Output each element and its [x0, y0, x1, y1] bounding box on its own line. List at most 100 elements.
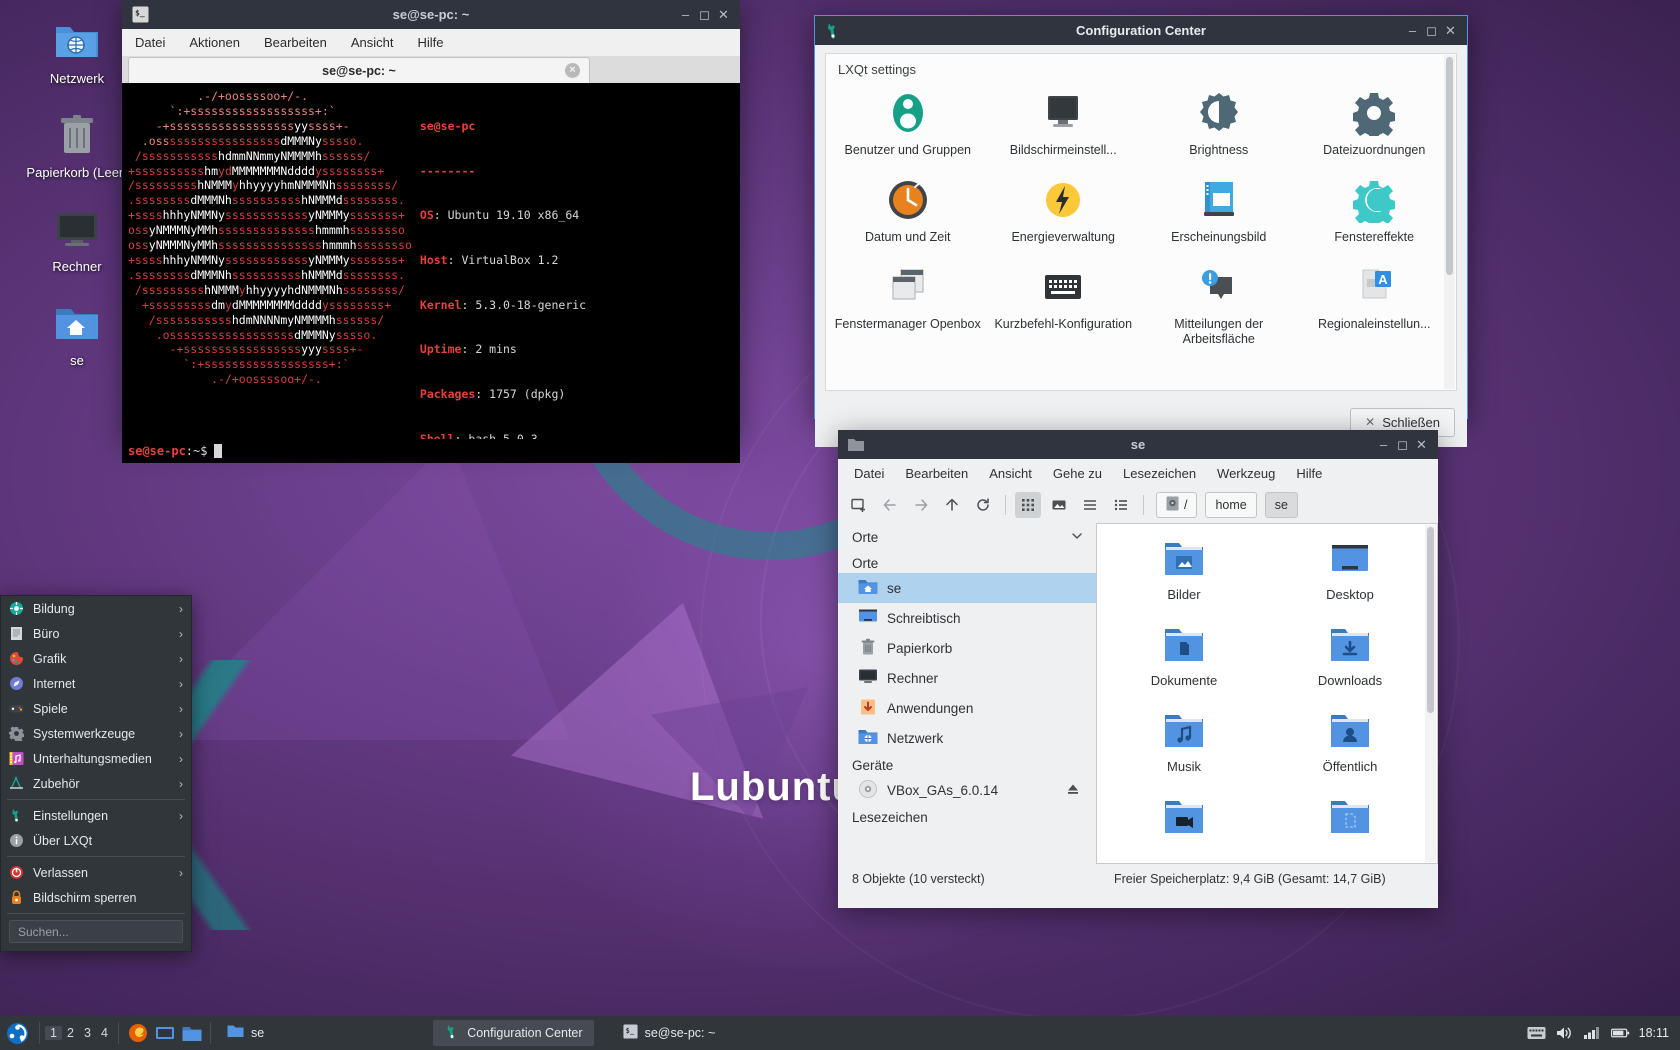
start-menu-item-spiele[interactable]: Spiele › [1, 696, 191, 721]
start-menu-item-unterhaltungsmedien[interactable]: Unterhaltungsmedien › [1, 746, 191, 771]
sidebar-item-papierkorb[interactable]: Papierkorb [838, 633, 1096, 663]
cc-item-mitteilungen-der-arbeitsflaeche[interactable]: Mitteilungen der Arbeitsfläche [1141, 255, 1297, 357]
menu-bearbeiten[interactable]: Bearbeiten [264, 35, 327, 50]
desktop-switch-1[interactable]: 1 [45, 1026, 62, 1040]
file-item-musik[interactable]: Musik [1101, 702, 1267, 788]
breadcrumb-home[interactable]: home [1205, 492, 1257, 518]
file-item-vorlagen[interactable] [1267, 788, 1433, 859]
cc-item-bildschirmeinstellungen[interactable]: Bildschirmeinstell... [986, 81, 1142, 168]
sidebar-item-netzwerk[interactable]: Netzwerk [838, 723, 1096, 753]
menu-bearbeiten[interactable]: Bearbeiten [905, 466, 968, 481]
terminal-window[interactable]: $_ se@se-pc: ~ – ◻ ✕ Datei Aktionen Bear… [122, 0, 740, 463]
quicklaunch-firefox[interactable] [124, 1018, 151, 1048]
start-menu-item-einstellungen[interactable]: Einstellungen › [1, 803, 191, 828]
breadcrumb-se[interactable]: se [1264, 492, 1298, 518]
start-menu-item-bildung[interactable]: Bildung › [1, 596, 191, 621]
start-menu-item-verlassen[interactable]: Verlassen › [1, 860, 191, 885]
start-menu-item-grafik[interactable]: Grafik › [1, 646, 191, 671]
cc-item-erscheinungsbild[interactable]: Erscheinungsbild [1141, 168, 1297, 255]
forward-icon[interactable] [908, 492, 934, 518]
back-icon[interactable] [877, 492, 903, 518]
quicklaunch-screenshot[interactable] [151, 1018, 178, 1048]
chevron-down-icon[interactable] [1070, 529, 1084, 546]
keyboard-tray-icon[interactable] [1527, 1024, 1546, 1043]
lubuntu-start-icon[interactable] [0, 1016, 34, 1050]
configuration-center-scrollbar[interactable] [1444, 55, 1455, 389]
terminal-tab[interactable]: se@se-pc: ~ × [128, 57, 590, 83]
desktop-switch-3[interactable]: 3 [79, 1026, 96, 1040]
taskbar-task-terminal[interactable]: $_ se@se-pc: ~ [612, 1020, 727, 1046]
compact-view-icon[interactable] [1077, 492, 1103, 518]
menu-ansicht[interactable]: Ansicht [351, 35, 394, 50]
maximize-button[interactable]: ◻ [696, 6, 713, 23]
configuration-center-titlebar[interactable]: Configuration Center – ◻ ✕ [815, 16, 1467, 45]
terminal-tab-close-icon[interactable]: × [565, 63, 580, 78]
quicklaunch-filemanager[interactable] [178, 1018, 205, 1048]
minimize-button[interactable]: – [677, 6, 694, 23]
thumbnail-view-icon[interactable] [1046, 492, 1072, 518]
sidebar-item-rechner[interactable]: Rechner [838, 663, 1096, 693]
start-menu-item-internet[interactable]: Internet › [1, 671, 191, 696]
file-item-dokumente[interactable]: Dokumente [1101, 616, 1267, 702]
start-menu-search-input[interactable]: Suchen... [9, 920, 183, 943]
new-tab-icon[interactable] [846, 492, 872, 518]
menu-werkzeug[interactable]: Werkzeug [1217, 466, 1275, 481]
cc-item-datum-und-zeit[interactable]: Datum und Zeit [830, 168, 986, 255]
eject-icon[interactable] [1066, 782, 1080, 799]
menu-lesezeichen[interactable]: Lesezeichen [1123, 466, 1196, 481]
icon-view-icon[interactable] [1015, 492, 1041, 518]
terminal-output[interactable]: .-/+oossssoo+/-. `:+ssssssssssssssssss+:… [122, 83, 740, 439]
desktop-icon-papierkorb[interactable]: Papierkorb (Leer) [22, 108, 132, 180]
start-menu-item-zubehoer[interactable]: Zubehör › [1, 771, 191, 796]
close-button[interactable]: ✕ [1413, 436, 1430, 453]
maximize-button[interactable]: ◻ [1423, 22, 1440, 39]
menu-hilfe[interactable]: Hilfe [417, 35, 443, 50]
taskbar-clock[interactable]: 18:11 [1639, 1026, 1669, 1040]
file-item-videos[interactable] [1101, 788, 1267, 859]
cc-item-energieverwaltung[interactable]: Energieverwaltung [986, 168, 1142, 255]
terminal-prompt-line[interactable]: se@se-pc:~$ [122, 439, 740, 463]
desktop-switch-2[interactable]: 2 [62, 1026, 79, 1040]
file-manager-window[interactable]: se – ◻ ✕ Datei Bearbeiten Ansicht Gehe z… [838, 430, 1438, 908]
reload-icon[interactable] [970, 492, 996, 518]
sidebar-header[interactable]: Orte [838, 523, 1096, 551]
file-manager-file-view[interactable]: Bilder Desktop Dokumente Downloads Musik… [1096, 523, 1438, 864]
desktop-switch-4[interactable]: 4 [96, 1026, 113, 1040]
network-tray-icon[interactable] [1583, 1024, 1602, 1043]
file-item-desktop[interactable]: Desktop [1267, 530, 1433, 616]
minimize-button[interactable]: – [1375, 436, 1392, 453]
cc-item-kurzbefehl-konfiguration[interactable]: Kurzbefehl-Konfiguration [986, 255, 1142, 357]
sidebar-item-schreibtisch[interactable]: Schreibtisch [838, 603, 1096, 633]
cc-item-dateizuordnungen[interactable]: Dateizuordnungen [1297, 81, 1453, 168]
desktop-icon-rechner[interactable]: Rechner [22, 202, 132, 274]
file-item-bilder[interactable]: Bilder [1101, 530, 1267, 616]
taskbar-task-configuration-center[interactable]: Configuration Center [433, 1020, 594, 1046]
maximize-button[interactable]: ◻ [1394, 436, 1411, 453]
configuration-center-window[interactable]: Configuration Center – ◻ ✕ LXQt settings [814, 15, 1468, 447]
menu-ansicht[interactable]: Ansicht [989, 466, 1032, 481]
file-view-scrollbar[interactable] [1425, 525, 1436, 862]
battery-tray-icon[interactable] [1610, 1024, 1630, 1043]
detail-view-icon[interactable] [1108, 492, 1134, 518]
taskbar-task-se[interactable]: se [216, 1020, 275, 1046]
desktop-icon-netzwerk[interactable]: Netzwerk [22, 14, 132, 86]
terminal-titlebar[interactable]: $_ se@se-pc: ~ – ◻ ✕ [122, 0, 740, 29]
cc-item-fenstereffekte[interactable]: Fenstereffekte [1297, 168, 1453, 255]
cc-item-fenstermanager-openbox[interactable]: Fenstermanager Openbox [830, 255, 986, 357]
breadcrumb-root[interactable]: / [1156, 492, 1198, 518]
file-item-downloads[interactable]: Downloads [1267, 616, 1433, 702]
sidebar-item-se[interactable]: se [838, 573, 1096, 603]
file-manager-titlebar[interactable]: se – ◻ ✕ [838, 430, 1438, 459]
desktop-icon-se[interactable]: se [22, 296, 132, 368]
menu-hilfe[interactable]: Hilfe [1296, 466, 1322, 481]
start-menu-item-ueber-lxqt[interactable]: Über LXQt [1, 828, 191, 853]
start-menu-item-bildschirm-sperren[interactable]: Bildschirm sperren [1, 885, 191, 910]
cc-item-benutzer-und-gruppen[interactable]: Benutzer und Gruppen [830, 81, 986, 168]
start-menu[interactable]: Bildung › Büro › Grafik › Internet › Spi… [0, 595, 192, 952]
close-button[interactable]: ✕ [715, 6, 732, 23]
volume-tray-icon[interactable] [1555, 1024, 1574, 1043]
menu-aktionen[interactable]: Aktionen [189, 35, 240, 50]
menu-gehe-zu[interactable]: Gehe zu [1053, 466, 1102, 481]
cc-item-brightness[interactable]: Brightness [1141, 81, 1297, 168]
scrollbar-thumb[interactable] [1427, 527, 1434, 713]
